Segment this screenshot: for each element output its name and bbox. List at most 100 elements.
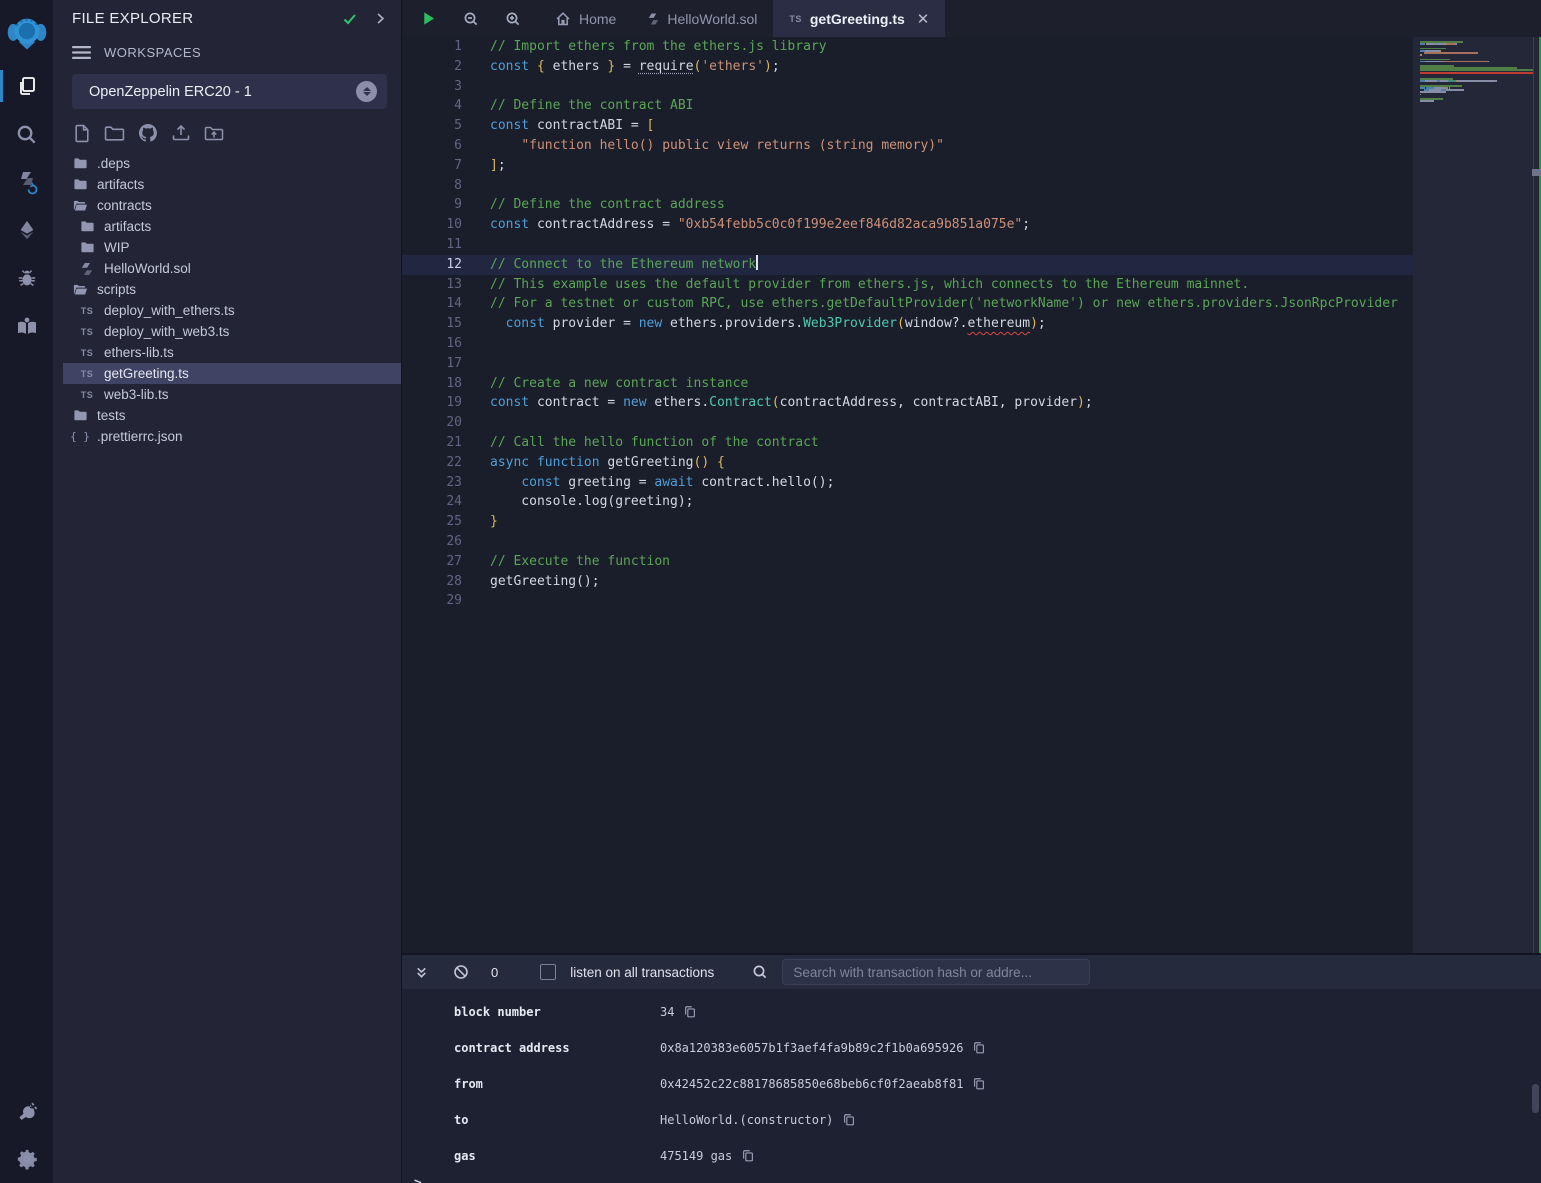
code-line-14[interactable]: 14// For a testnet or custom RPC, use et… [402,294,1413,314]
code-line-6[interactable]: 6 "function hello() public view returns … [402,136,1413,156]
panel-chevron-right-icon[interactable] [374,12,387,25]
code-line-12[interactable]: 12// Connect to the Ethereum network [402,255,1413,275]
tree-item-scripts[interactable]: scripts [53,279,401,300]
settings-gear-icon[interactable] [0,1135,53,1183]
tree-item-tests[interactable]: tests [53,405,401,426]
new-file-icon[interactable] [74,124,91,143]
tree-item-getgreeting-ts[interactable]: TSgetGreeting.ts [63,363,401,384]
code-line-17[interactable]: 17 [402,354,1413,374]
tree-item-helloworld-sol[interactable]: HelloWorld.sol [53,258,401,279]
line-number: 2 [402,57,462,77]
terminal-search-input[interactable] [782,959,1090,985]
new-folder-icon[interactable] [104,125,125,142]
terminal-prompt[interactable]: > [402,1176,1541,1183]
tree-item-wip[interactable]: WIP [53,237,401,258]
code-line-28[interactable]: 28getGreeting(); [402,572,1413,592]
code-line-23[interactable]: 23 const greeting = await contract.hello… [402,473,1413,493]
editor-scrollbar-thumb[interactable] [1532,169,1541,176]
zoom-in-icon[interactable] [505,11,521,27]
line-number: 16 [402,334,462,354]
file-explorer-icon[interactable] [0,62,53,110]
tab-home[interactable]: Home [539,0,632,37]
copy-icon[interactable] [842,1113,856,1127]
tree-item--prettierrc-json[interactable]: { }.prettierrc.json [53,426,401,447]
tree-item-label: WIP [104,240,130,255]
line-number: 17 [402,354,462,374]
plugin-manager-icon[interactable] [0,1087,53,1135]
folder-icon [72,177,88,192]
tab-close-icon[interactable]: ✕ [917,10,930,28]
code-line-4[interactable]: 4// Define the contract ABI [402,96,1413,116]
tree-item-label: tests [97,408,126,423]
code-line-3[interactable]: 3 [402,77,1413,97]
tree-item-artifacts[interactable]: artifacts [53,216,401,237]
tree-item-deploy-with-ethers-ts[interactable]: TSdeploy_with_ethers.ts [53,300,401,321]
tree-item-ethers-lib-ts[interactable]: TSethers-lib.ts [53,342,401,363]
code-line-19[interactable]: 19const contract = new ethers.Contract(c… [402,393,1413,413]
tree-item-label: scripts [97,282,136,297]
code-line-22[interactable]: 22async function getGreeting() { [402,453,1413,473]
tree-item-label: artifacts [97,177,144,192]
code-line-13[interactable]: 13// This example uses the default provi… [402,275,1413,295]
code-line-9[interactable]: 9// Define the contract address [402,195,1413,215]
code-line-18[interactable]: 18// Create a new contract instance [402,374,1413,394]
terminal-scrollbar-thumb[interactable] [1532,1084,1539,1113]
code-line-25[interactable]: 25} [402,512,1413,532]
editor[interactable]: 1// Import ethers from the ethers.js lib… [402,37,1541,953]
tree-item-deploy-with-web3-ts[interactable]: TSdeploy_with_web3.ts [53,321,401,342]
copy-icon[interactable] [741,1149,755,1163]
copy-icon[interactable] [683,1005,697,1019]
solidity-compiler-icon[interactable] [0,158,53,206]
code-line-29[interactable]: 29 [402,591,1413,611]
tree-item-contracts[interactable]: contracts [53,195,401,216]
line-number: 19 [402,393,462,413]
zoom-out-icon[interactable] [463,11,479,27]
workspace-dropdown-arrows-icon[interactable] [356,81,377,102]
accept-check-icon[interactable] [342,11,358,27]
tree-item--deps[interactable]: .deps [53,153,401,174]
tab-label: HelloWorld.sol [667,11,757,27]
code-line-27[interactable]: 27// Execute the function [402,552,1413,572]
copy-icon[interactable] [972,1041,986,1055]
code-line-15[interactable]: 15 const provider = new ethers.providers… [402,314,1413,334]
tree-item-label: .deps [97,156,130,171]
minimap[interactable] [1413,37,1541,953]
code-pane[interactable]: 1// Import ethers from the ethers.js lib… [402,37,1413,953]
tab-getgreeting-ts[interactable]: TSgetGreeting.ts✕ [773,0,945,37]
upload-folder-icon[interactable] [204,125,224,142]
line-number: 4 [402,96,462,116]
copy-icon[interactable] [972,1077,986,1091]
code-line-2[interactable]: 2const { ethers } = require('ethers'); [402,57,1413,77]
code-line-16[interactable]: 16 [402,334,1413,354]
terminal-collapse-icon[interactable] [414,965,429,980]
tree-item-web3-lib-ts[interactable]: TSweb3-lib.ts [53,384,401,405]
upload-file-icon[interactable] [171,123,191,143]
explorer-toolbar [53,109,401,151]
listen-transactions-label: listen on all transactions [570,965,714,980]
github-clone-icon[interactable] [138,123,158,143]
code-line-8[interactable]: 8 [402,176,1413,196]
terminal-body[interactable]: block number34contract address0x8a120383… [402,989,1541,1183]
workspace-dropdown[interactable]: OpenZeppelin ERC20 - 1 [72,74,387,109]
tree-item-artifacts[interactable]: artifacts [53,174,401,195]
code-line-21[interactable]: 21// Call the hello function of the cont… [402,433,1413,453]
learn-book-icon[interactable] [0,302,53,350]
code-line-10[interactable]: 10const contractAddress = "0xb54febb5c0c… [402,215,1413,235]
workspaces-menu-icon[interactable] [72,45,91,60]
tab-helloworld-sol[interactable]: HelloWorld.sol [632,0,773,37]
ts-icon: TS [79,348,95,358]
search-icon[interactable] [0,110,53,158]
listen-transactions-checkbox[interactable] [540,964,556,980]
code-line-24[interactable]: 24 console.log(greeting); [402,492,1413,512]
code-line-5[interactable]: 5const contractABI = [ [402,116,1413,136]
debugger-icon[interactable] [0,254,53,302]
code-line-1[interactable]: 1// Import ethers from the ethers.js lib… [402,37,1413,57]
code-line-20[interactable]: 20 [402,413,1413,433]
code-line-7[interactable]: 7]; [402,156,1413,176]
clear-console-icon[interactable] [453,964,469,980]
code-line-11[interactable]: 11 [402,235,1413,255]
run-script-icon[interactable] [420,10,437,27]
deploy-run-icon[interactable] [0,206,53,254]
remix-logo-icon[interactable] [0,8,53,62]
code-line-26[interactable]: 26 [402,532,1413,552]
